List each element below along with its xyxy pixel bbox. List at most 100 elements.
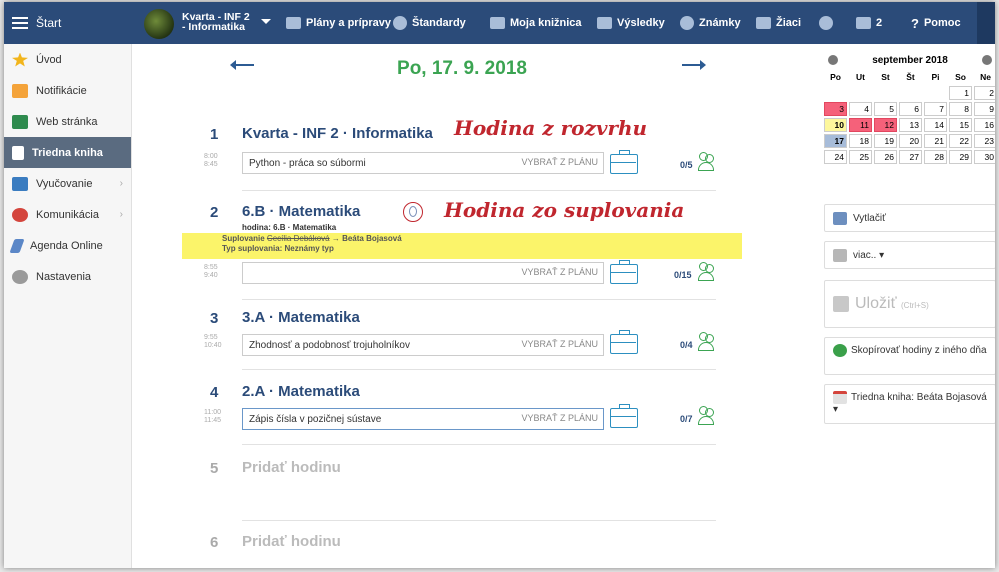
calendar-day[interactable]: 28 (924, 150, 947, 164)
add-lesson-link[interactable]: Pridať hodinu (242, 533, 341, 550)
calendar-day[interactable]: 11 (849, 118, 872, 132)
shield-icon (393, 16, 407, 30)
home-icon (12, 114, 28, 129)
calendar-day[interactable]: 22 (949, 134, 972, 148)
star-icon (12, 52, 28, 67)
calendar-day[interactable]: 15 (949, 118, 972, 132)
save-button[interactable]: Uložiť (Ctrl+S) (824, 280, 995, 328)
calendar-weekday: So (955, 72, 966, 82)
calendar-day[interactable]: 9 (974, 102, 995, 116)
calendar-day[interactable]: 20 (899, 134, 922, 148)
calendar-weekday: Ne (980, 72, 991, 82)
help-button[interactable]: ? Pomoc (911, 2, 961, 44)
class-book-main: Po, 17. 9. 2018 1 Kvarta - INF 2 · Infor… (132, 44, 814, 568)
sidebar-item-notifications[interactable]: Notifikácie (4, 75, 131, 106)
pick-from-plan-link[interactable]: VYBRAŤ Z PLÁNU (521, 339, 598, 349)
calendar-day[interactable]: 5 (874, 102, 897, 116)
course-selector[interactable]: Kvarta - INF 2 - Informatika (182, 12, 250, 33)
sidebar-item-label: Nastavenia (36, 270, 92, 283)
sidebar-item-class-book[interactable]: Triedna kniha (4, 137, 131, 168)
students-icon[interactable] (698, 332, 716, 352)
sidebar-item-agenda[interactable]: Agenda Online (4, 230, 131, 261)
copy-label: Skopírovať hodiny z iného dňa (851, 345, 987, 357)
calendar-day[interactable]: 8 (949, 102, 972, 116)
start-button[interactable]: Štart (4, 2, 136, 44)
sidebar-item-intro[interactable]: Úvod (4, 44, 131, 75)
calendar-day[interactable]: 3 (824, 102, 847, 116)
course-avatar[interactable] (144, 9, 174, 39)
briefcase-icon[interactable] (610, 150, 638, 174)
pick-from-plan-link[interactable]: VYBRAŤ Z PLÁNU (521, 267, 598, 277)
lesson-topic-input[interactable]: Zhodnosť a podobnosť trojuholníkov VYBRA… (242, 334, 604, 356)
lesson-topic-input[interactable]: Python - práca so súbormi VYBRAŤ Z PLÁNU (242, 152, 604, 174)
calendar-day[interactable]: 25 (849, 150, 872, 164)
more-button[interactable]: viac.. ▾ (824, 241, 995, 269)
next-month-icon[interactable] (981, 55, 992, 65)
lesson-title[interactable]: 3.A · Matematika (242, 309, 360, 326)
calendar-day[interactable]: 7 (924, 102, 947, 116)
calendar-day[interactable]: 27 (899, 150, 922, 164)
calendar-day[interactable]: 1 (949, 86, 972, 100)
copy-lessons-button[interactable]: Skopírovať hodiny z iného dňa (824, 337, 995, 375)
nav-label: Žiaci (776, 17, 802, 29)
calendar-day[interactable]: 10 (824, 118, 847, 132)
pick-from-plan-link[interactable]: VYBRAŤ Z PLÁNU (521, 413, 598, 423)
sidebar-item-website[interactable]: Web stránka (4, 106, 131, 137)
pen-icon (9, 238, 25, 253)
nav-library[interactable]: Moja knižnica (490, 2, 582, 44)
students-icon[interactable] (698, 262, 716, 282)
nav-students[interactable]: Žiaci (756, 2, 801, 44)
nav-standards[interactable]: Štandardy (393, 2, 466, 44)
calendar-day[interactable]: 16 (974, 118, 995, 132)
calendar-day[interactable]: 21 (924, 134, 947, 148)
chat-button[interactable] (819, 2, 833, 44)
sidebar-item-teaching[interactable]: Vyučovanie › (4, 168, 131, 199)
briefcase-icon[interactable] (610, 404, 638, 428)
calendar-day[interactable]: 23 (974, 134, 995, 148)
hat-icon (12, 176, 28, 191)
calendar-day[interactable]: 29 (949, 150, 972, 164)
next-day-arrow-icon[interactable] (682, 60, 706, 70)
lesson-time: 9:55 10:40 (204, 334, 222, 349)
add-lesson-link[interactable]: Pridať hodinu (242, 459, 341, 476)
calendar-day[interactable]: 30 (974, 150, 995, 164)
top-navigation-bar: Štart Kvarta - INF 2 - Informatika Plány… (4, 2, 995, 44)
sidebar-item-settings[interactable]: Nastavenia (4, 261, 131, 292)
nav-plans[interactable]: Plány a prípravy (286, 2, 391, 44)
calendar-day[interactable]: 13 (899, 118, 922, 132)
class-book-teacher-selector[interactable]: Triedna kniha: Beáta Bojasová ▾ (824, 384, 995, 424)
previous-month-icon[interactable] (828, 55, 838, 65)
lesson-title[interactable]: Kvarta - INF 2 · Informatika (242, 125, 433, 142)
chevron-down-icon[interactable] (261, 19, 271, 24)
calendar-day[interactable]: 19 (874, 134, 897, 148)
lesson-number: 4 (210, 384, 219, 401)
calendar-day[interactable]: 14 (924, 118, 947, 132)
briefcase-icon[interactable] (610, 330, 638, 354)
calendar-day[interactable]: 18 (849, 134, 872, 148)
nav-results[interactable]: Výsledky (597, 2, 665, 44)
lesson-title[interactable]: 6.B · Matematika (242, 203, 360, 220)
calendar-day[interactable]: 4 (849, 102, 872, 116)
calendar-day[interactable]: 12 (874, 118, 897, 132)
substitution-line: Suplovanie Cecília Debáková → Beáta Boja… (222, 234, 402, 243)
lesson-topic-input[interactable]: VYBRAŤ Z PLÁNU (242, 262, 604, 284)
sidebar-item-label: Notifikácie (36, 84, 87, 97)
briefcase-icon[interactable] (610, 260, 638, 284)
students-icon[interactable] (698, 152, 716, 172)
messages-button[interactable]: 2 (856, 2, 882, 44)
sidebar-item-communication[interactable]: Komunikácia › (4, 199, 131, 230)
calendar-day[interactable]: 2 (974, 86, 995, 100)
calendar-day[interactable]: 17 (824, 134, 847, 148)
pick-from-plan-link[interactable]: VYBRAŤ Z PLÁNU (521, 157, 598, 167)
calendar-day[interactable]: 26 (874, 150, 897, 164)
envelope-icon (12, 83, 28, 98)
lesson-topic-input[interactable]: Zápis čísla v pozičnej sústave VYBRAŤ Z … (242, 408, 604, 430)
nav-grades[interactable]: Známky (680, 2, 741, 44)
copy-icon (833, 344, 847, 357)
calendar-day[interactable]: 6 (899, 102, 922, 116)
lesson-title[interactable]: 2.A · Matematika (242, 383, 360, 400)
sidebar-item-label: Komunikácia (36, 208, 99, 221)
calendar-day[interactable]: 24 (824, 150, 847, 164)
print-button[interactable]: Vytlačiť (824, 204, 995, 232)
students-icon[interactable] (698, 406, 716, 426)
